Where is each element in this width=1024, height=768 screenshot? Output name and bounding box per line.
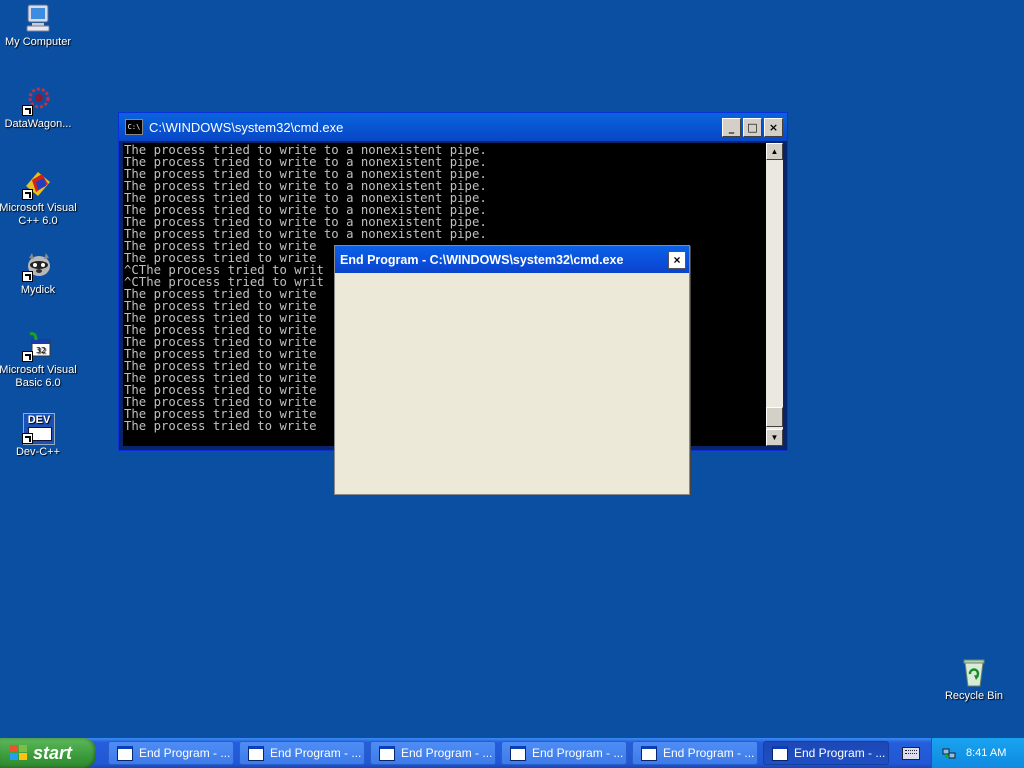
my-computer-icon (22, 2, 54, 34)
taskbar-button[interactable]: End Program - ... (632, 741, 758, 765)
datawagon-icon (22, 84, 54, 116)
end-program-dialog[interactable]: End Program - C:\WINDOWS\system32\cmd.ex… (334, 245, 690, 495)
desktop-icon-label: Basic 6.0 (15, 377, 61, 389)
desktop-icon-label: Microsoft Visual (0, 202, 77, 214)
start-button[interactable]: start (0, 738, 96, 768)
scroll-up-arrow-icon[interactable]: ▲ (766, 143, 783, 160)
shortcut-arrow-icon (22, 105, 33, 116)
raccoon-icon (22, 250, 54, 282)
desktop-icon-visual-cpp[interactable]: Microsoft Visual C++ 6.0 (0, 168, 78, 228)
desktop-icon-label: DataWagon... (4, 118, 72, 130)
dev-cpp-icon: DEV (22, 412, 55, 445)
window-icon (379, 745, 395, 761)
desktop-icon-mydick[interactable]: Mydick (0, 250, 78, 297)
clock[interactable]: 8:41 AM (966, 747, 1006, 759)
end-program-title: End Program - C:\WINDOWS\system32\cmd.ex… (340, 252, 624, 267)
cmd-title: C:\WINDOWS\system32\cmd.exe (149, 119, 344, 135)
svg-text:32: 32 (36, 346, 46, 355)
recycle-bin-icon (958, 656, 990, 688)
console-scrollbar[interactable]: ▲ ▼ (766, 143, 783, 446)
minimize-button[interactable]: _ (722, 117, 741, 137)
desktop-icon-label: Mydick (20, 284, 56, 296)
shortcut-arrow-icon (22, 271, 33, 282)
taskbar-button[interactable]: End Program - ... (370, 741, 496, 765)
start-label: start (33, 742, 73, 763)
desktop-icon-label: Dev-C++ (15, 446, 61, 458)
shortcut-arrow-icon (22, 351, 33, 362)
taskbar-button-label: End Program - ... (532, 746, 624, 760)
desktop-icon-label: Microsoft Visual (0, 364, 77, 376)
taskbar-button-label: End Program - ... (794, 746, 886, 760)
taskbar-button[interactable]: End Program - ... (239, 741, 365, 765)
desktop-icon-label: Recycle Bin (944, 690, 1004, 702)
shortcut-arrow-icon (22, 189, 33, 200)
window-icon (641, 745, 657, 761)
cmd-titlebar[interactable]: C:\ C:\WINDOWS\system32\cmd.exe _ □ × (119, 113, 787, 141)
taskbar-button-label: End Program - ... (401, 746, 493, 760)
window-icon (248, 745, 264, 761)
windows-logo-icon (10, 745, 28, 761)
desktop-icon-recycle-bin[interactable]: Recycle Bin (934, 656, 1014, 703)
desktop-icon-label: My Computer (4, 36, 72, 48)
taskbar-button-label: End Program - ... (139, 746, 231, 760)
taskbar: start End Program - ... End Program - ..… (0, 738, 1024, 768)
system-tray: 8:41 AM (931, 738, 1024, 768)
taskbar-button-label: End Program - ... (270, 746, 362, 760)
taskbar-button-active[interactable]: End Program - ... (763, 741, 889, 765)
taskbar-button[interactable]: End Program - ... (108, 741, 234, 765)
window-icon (772, 745, 788, 761)
dev-cpp-badge: DEV (27, 414, 51, 426)
taskbar-button-label: End Program - ... (663, 746, 755, 760)
desktop-icon-my-computer[interactable]: My Computer (0, 2, 78, 49)
desktop-icon-label: C++ 6.0 (18, 215, 58, 227)
end-program-body (335, 273, 689, 494)
taskbar-button[interactable]: End Program - ... (501, 741, 627, 765)
shortcut-arrow-icon (22, 433, 33, 444)
desktop-icon-visual-basic[interactable]: 32 Microsoft Visual Basic 6.0 (0, 330, 78, 390)
keyboard-icon[interactable] (902, 747, 920, 760)
cmd-system-icon[interactable]: C:\ (125, 119, 143, 135)
scroll-down-arrow-icon[interactable]: ▼ (766, 429, 783, 446)
scroll-thumb[interactable] (766, 407, 783, 427)
window-icon (117, 745, 133, 761)
desktop-icon-dev-cpp[interactable]: DEV Dev-C++ (0, 412, 78, 459)
end-program-titlebar[interactable]: End Program - C:\WINDOWS\system32\cmd.ex… (335, 246, 689, 273)
visual-basic-icon: 32 (22, 330, 54, 362)
network-icon[interactable] (942, 746, 956, 760)
window-icon (510, 745, 526, 761)
end-program-close-button[interactable]: × (668, 250, 686, 269)
close-button[interactable]: × (764, 117, 783, 137)
visual-cpp-icon (22, 168, 54, 200)
maximize-button[interactable]: □ (743, 117, 762, 137)
desktop-icon-datawagon[interactable]: DataWagon... (0, 84, 78, 131)
